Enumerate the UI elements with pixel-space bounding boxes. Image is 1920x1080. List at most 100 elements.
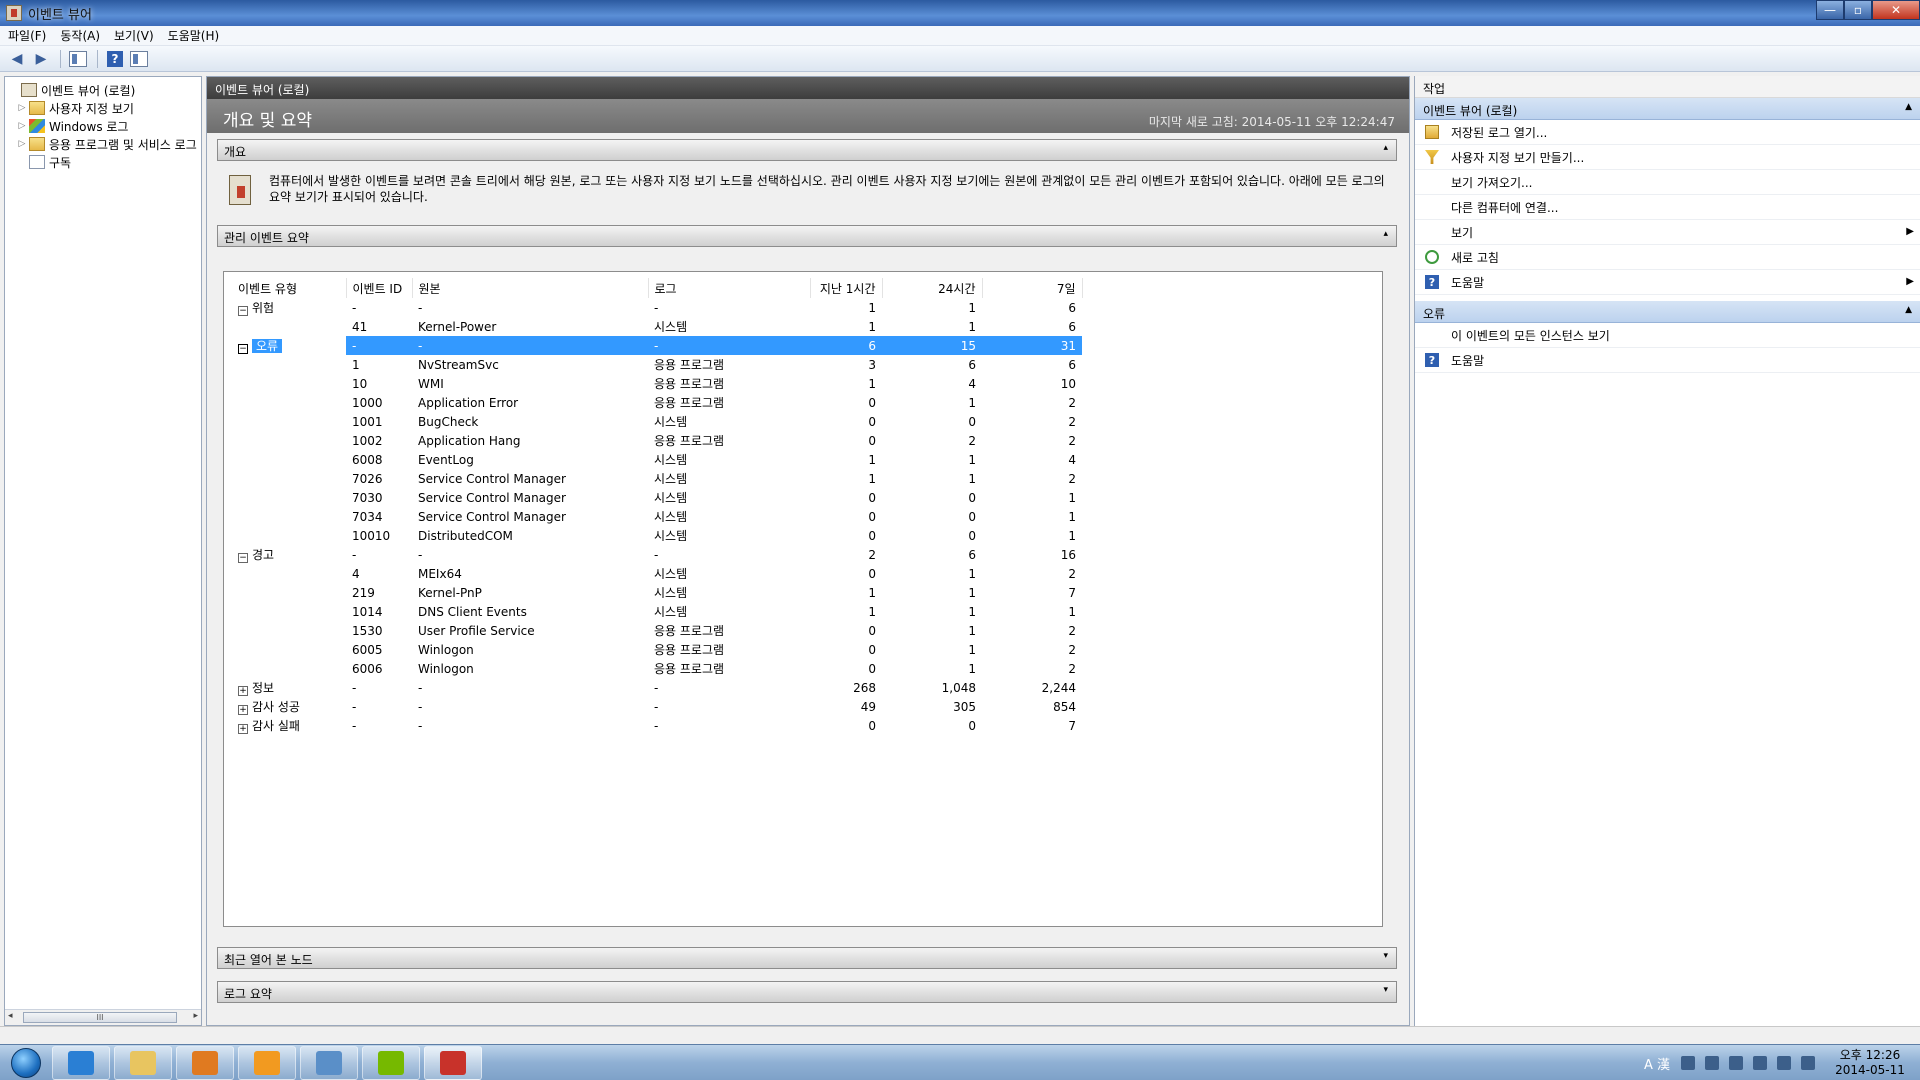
table-row[interactable]: − 오류 - - -6 15 31: [232, 336, 1082, 355]
table-row[interactable]: 6008 EventLog 시스템 1 1 4: [232, 450, 1082, 469]
cell-7-days: 7: [1068, 718, 1076, 733]
scroll-right-icon[interactable]: ▸: [193, 1011, 198, 1021]
expand-icon[interactable]: +: [238, 705, 248, 715]
show-hide-console-tree-button[interactable]: [67, 49, 89, 69]
scroll-thumb[interactable]: III: [23, 1012, 177, 1023]
table-row[interactable]: 6005 Winlogon 응용 프로그램 0 1 2: [232, 640, 1082, 659]
overview-section-header[interactable]: 개요 ▴: [217, 139, 1397, 161]
action-item[interactable]: 다른 컴퓨터에 연결...: [1415, 195, 1920, 220]
menu-action[interactable]: 동작(A): [60, 27, 100, 44]
action-item[interactable]: 이 이벤트의 모든 인스턴스 보기: [1415, 323, 1920, 348]
expand-icon[interactable]: +: [238, 686, 248, 696]
table-row[interactable]: 1001 BugCheck 시스템 0 0 2: [232, 412, 1082, 431]
tree-expander-icon[interactable]: ▷: [17, 121, 27, 131]
clock[interactable]: 오후 12:26 2014-05-11: [1830, 1048, 1910, 1078]
column-header-event-id[interactable]: 이벤트 ID: [346, 278, 413, 298]
recent-nodes-section-header[interactable]: 최근 열어 본 노드 ▾: [217, 947, 1397, 969]
actions-group-header[interactable]: 이벤트 뷰어 (로컬) ▲: [1415, 98, 1920, 120]
taskbar-app-toolbox[interactable]: [424, 1045, 482, 1080]
volume-tray-icon[interactable]: [1801, 1056, 1815, 1070]
tree-item[interactable]: 이벤트 뷰어 (로컬): [5, 81, 201, 99]
action-item[interactable]: 보기 가져오기...: [1415, 170, 1920, 195]
collapse-icon[interactable]: ▴: [1383, 143, 1388, 153]
table-row[interactable]: 219 Kernel-PnP 시스템 1 1 7: [232, 583, 1082, 602]
help-tray-icon[interactable]: [1681, 1056, 1695, 1070]
tree-expander-icon[interactable]: ▷: [17, 139, 27, 149]
taskbar-app-nvidia[interactable]: [362, 1045, 420, 1080]
network-tray-icon[interactable]: [1705, 1056, 1719, 1070]
table-row[interactable]: − 경고 - - -2 6 16: [232, 545, 1082, 564]
horizontal-scrollbar[interactable]: ◂ III ▸: [5, 1009, 201, 1025]
flag-tray-icon[interactable]: [1753, 1056, 1767, 1070]
display-tray-icon[interactable]: [1777, 1056, 1791, 1070]
log-summary-section-header[interactable]: 로그 요약 ▾: [217, 981, 1397, 1003]
collapse-icon[interactable]: ▲: [1905, 102, 1912, 112]
column-header-7-days[interactable]: 7일: [982, 278, 1083, 298]
expand-icon[interactable]: ▾: [1383, 951, 1388, 961]
cell-source: Kernel-PnP: [418, 585, 482, 600]
collapse-icon[interactable]: −: [238, 344, 248, 354]
table-row[interactable]: 10 WMI 응용 프로그램 1 4 10: [232, 374, 1082, 393]
start-button[interactable]: [0, 1045, 52, 1080]
table-row[interactable]: + 정보 - - - 268 1,048 2,244: [232, 678, 1082, 697]
table-row[interactable]: 41 Kernel-Power 시스템 1 1 6: [232, 317, 1082, 336]
table-row[interactable]: + 감사 성공 - - - 49 305 854: [232, 697, 1082, 716]
column-header-event-type[interactable]: 이벤트 유형: [232, 278, 347, 298]
collapse-icon[interactable]: ▴: [1383, 229, 1388, 239]
column-header-24-hours[interactable]: 24시간: [882, 278, 983, 298]
tree-item[interactable]: 구독: [5, 153, 201, 171]
table-row[interactable]: 6006 Winlogon 응용 프로그램 0 1 2: [232, 659, 1082, 678]
collapse-icon[interactable]: ▲: [1905, 305, 1912, 315]
admin-summary-section-header[interactable]: 관리 이벤트 요약 ▴: [217, 225, 1397, 247]
menu-help[interactable]: 도움말(H): [168, 27, 220, 44]
maximize-button[interactable]: ▫: [1844, 0, 1872, 20]
actions-group-header[interactable]: 오류 ▲: [1415, 301, 1920, 323]
pen-tray-icon[interactable]: [1729, 1056, 1743, 1070]
taskbar-app-control-panel[interactable]: [300, 1045, 358, 1080]
collapse-icon[interactable]: −: [238, 553, 248, 563]
taskbar-app-media-player[interactable]: [176, 1045, 234, 1080]
forward-button[interactable]: ▶: [30, 49, 52, 69]
action-item[interactable]: 새로 고침: [1415, 245, 1920, 270]
taskbar-app-internet-explorer[interactable]: [52, 1045, 110, 1080]
expand-icon[interactable]: ▾: [1383, 985, 1388, 995]
column-header-last-hour[interactable]: 지난 1시간: [810, 278, 883, 298]
menu-file[interactable]: 파일(F): [8, 27, 46, 44]
table-row[interactable]: − 위험 - - -1 1 6: [232, 298, 1082, 317]
table-row[interactable]: 1014 DNS Client Events 시스템 1 1 1: [232, 602, 1082, 621]
column-header-source[interactable]: 원본: [412, 278, 649, 298]
menu-view[interactable]: 보기(V): [114, 27, 154, 44]
table-row[interactable]: 7034 Service Control Manager 시스템 0 0 1: [232, 507, 1082, 526]
action-item[interactable]: 저장된 로그 열기...: [1415, 120, 1920, 145]
action-item[interactable]: 사용자 지정 보기 만들기...: [1415, 145, 1920, 170]
show-hide-action-pane-button[interactable]: [128, 49, 150, 69]
table-row[interactable]: 7030 Service Control Manager 시스템 0 0 1: [232, 488, 1082, 507]
tree-expander-icon[interactable]: ▷: [17, 103, 27, 113]
table-row[interactable]: 1530 User Profile Service 응용 프로그램 0 1 2: [232, 621, 1082, 640]
table-row[interactable]: 1000 Application Error 응용 프로그램 0 1 2: [232, 393, 1082, 412]
table-row[interactable]: 4 MEIx64 시스템 0 1 2: [232, 564, 1082, 583]
table-row[interactable]: + 감사 실패 - - - 0 0 7: [232, 716, 1082, 735]
table-row[interactable]: 1 NvStreamSvc 응용 프로그램 3 6 6: [232, 355, 1082, 374]
collapse-icon[interactable]: −: [238, 306, 248, 316]
minimize-button[interactable]: —: [1816, 0, 1844, 20]
tree-item[interactable]: ▷ 사용자 지정 보기: [5, 99, 201, 117]
action-item[interactable]: ? 도움말 ▶: [1415, 270, 1920, 295]
table-row[interactable]: 7026 Service Control Manager 시스템 1 1 2: [232, 469, 1082, 488]
expand-icon[interactable]: +: [238, 724, 248, 734]
column-header-log[interactable]: 로그: [648, 278, 811, 298]
taskbar-app-file-explorer[interactable]: [114, 1045, 172, 1080]
close-button[interactable]: ✕: [1872, 0, 1920, 20]
action-item[interactable]: ? 도움말: [1415, 348, 1920, 373]
table-row[interactable]: 10010 DistributedCOM 시스템 0 0 1: [232, 526, 1082, 545]
back-button[interactable]: ◀: [6, 49, 28, 69]
windows-icon: [29, 119, 45, 133]
scroll-left-icon[interactable]: ◂: [8, 1011, 13, 1021]
ime-indicator[interactable]: A 漢: [1644, 1054, 1670, 1073]
tree-item[interactable]: ▷ Windows 로그: [5, 117, 201, 135]
tree-item[interactable]: ▷ 응용 프로그램 및 서비스 로그: [5, 135, 201, 153]
table-row[interactable]: 1002 Application Hang 응용 프로그램 0 2 2: [232, 431, 1082, 450]
help-button[interactable]: ?: [104, 49, 126, 69]
action-item[interactable]: 보기 ▶: [1415, 220, 1920, 245]
taskbar-app-weather-gadget[interactable]: [238, 1045, 296, 1080]
